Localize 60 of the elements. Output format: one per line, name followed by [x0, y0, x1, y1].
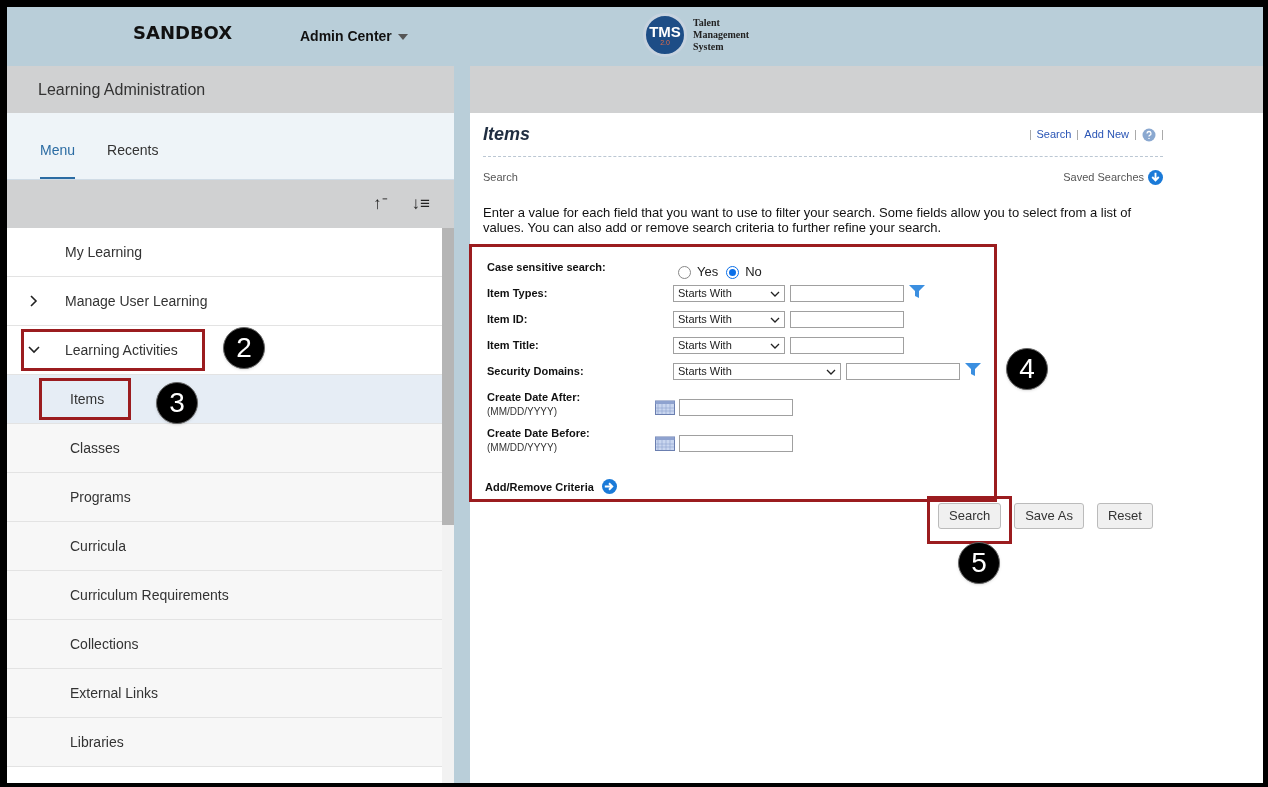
field-label: Create Date After: — [487, 390, 582, 405]
saved-searches-link[interactable]: Saved Searches — [1063, 169, 1163, 186]
scrollbar-thumb[interactable] — [442, 228, 454, 525]
section-label: Search — [483, 170, 518, 185]
date-input[interactable] — [679, 398, 793, 416]
sort-button[interactable]: ↑⁻ — [373, 191, 388, 217]
format-hint: (MM/DD/YYYY) — [487, 441, 558, 454]
menu-item[interactable]: Programs — [42, 479, 155, 515]
menu-item[interactable]: Libraries — [42, 724, 148, 760]
logo-text: System — [693, 41, 725, 53]
sidebar-tab[interactable]: Recents — [107, 140, 159, 179]
calendar-icon[interactable] — [655, 399, 675, 415]
field-label: Item Title: — [487, 338, 540, 353]
dropdown-chevron-icon — [826, 368, 836, 375]
caret-icon — [397, 33, 408, 40]
operator-dropdown[interactable]: Starts With — [673, 311, 785, 328]
field-label: Item Types: — [487, 286, 549, 301]
page-title: Items — [483, 123, 531, 146]
menu-item[interactable]: Items — [42, 381, 129, 417]
dropdown-chevron-icon — [770, 316, 780, 323]
date-input[interactable] — [679, 434, 793, 452]
instructions-text: Enter a value for each field that you want to use to filter your search. Some fields allow you to select from a list of values. You can also add or remove search criteria to further refine your search. — [483, 205, 1133, 235]
menu-item[interactable]: Classes — [42, 430, 144, 466]
dropdown-chevron-icon — [770, 342, 780, 349]
field-label: Item ID: — [487, 312, 529, 327]
calendar-icon[interactable] — [655, 435, 675, 451]
sidebar-title-bar: Learning Administration — [7, 66, 454, 113]
logo-text: Talent — [693, 17, 721, 29]
value-input[interactable] — [790, 337, 904, 354]
radio-label: Yes — [697, 263, 719, 282]
logo-text: Management — [693, 29, 750, 41]
dropdown-chevron-icon — [770, 290, 780, 297]
header-link[interactable]: Add New — [1084, 126, 1129, 143]
action-button[interactable]: Save As — [1014, 503, 1084, 529]
operator-dropdown[interactable]: Starts With — [673, 363, 841, 380]
menu-item[interactable]: My Learning — [24, 234, 167, 270]
sort-button[interactable]: ↓≡ — [411, 191, 430, 217]
environment-label: SANDBOX — [133, 21, 233, 45]
value-input[interactable] — [790, 285, 904, 302]
format-hint: (MM/DD/YYYY) — [487, 405, 558, 418]
value-input[interactable] — [790, 311, 904, 328]
operator-dropdown[interactable]: Starts With — [673, 285, 785, 302]
action-button[interactable]: Reset — [1096, 503, 1153, 529]
down-arrow-icon — [1148, 169, 1163, 185]
admin-center-menu[interactable]: Admin Center — [300, 26, 408, 47]
add-remove-criteria-link[interactable]: Add/Remove Criteria — [485, 478, 994, 495]
menu-item[interactable]: Curricula — [42, 528, 150, 564]
menu-item[interactable]: Manage User Learning — [24, 283, 232, 319]
field-label: Security Domains: — [487, 364, 585, 379]
menu-item[interactable]: Learning Activities — [24, 332, 202, 368]
field-label: Case sensitive search: — [487, 260, 607, 275]
help-icon[interactable] — [1142, 127, 1156, 142]
operator-dropdown[interactable]: Starts With — [673, 337, 785, 354]
field-label: Create Date Before: — [487, 426, 591, 441]
action-button[interactable]: Search — [938, 503, 1002, 529]
value-input[interactable] — [846, 363, 960, 380]
filter-icon[interactable] — [965, 363, 981, 377]
filter-icon[interactable] — [909, 285, 925, 299]
radio-label: No — [745, 263, 762, 282]
header-link[interactable]: Search — [1036, 126, 1072, 143]
